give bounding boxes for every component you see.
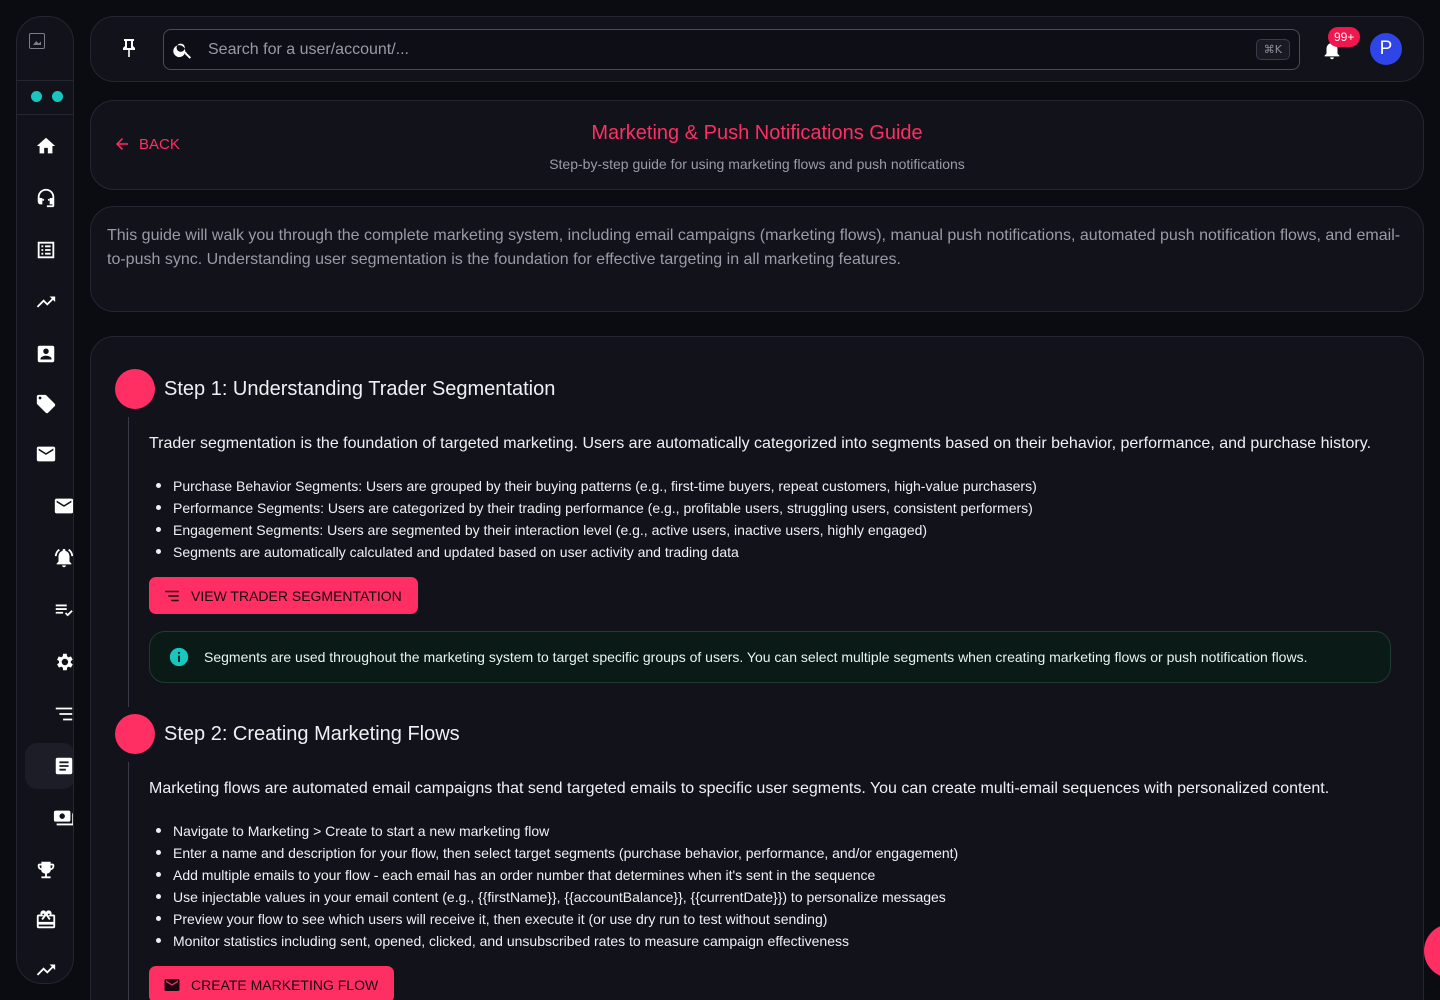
tag-icon xyxy=(36,394,56,414)
floating-action-button[interactable] xyxy=(1424,924,1440,978)
step-1-description: Trader segmentation is the foundation of… xyxy=(149,435,1372,452)
step-2-connector xyxy=(128,762,129,1000)
intro-text: This guide will walk you through the com… xyxy=(107,227,1401,268)
create-marketing-flow-button[interactable]: CREATE MARKETING FLOW xyxy=(149,966,395,1000)
button-label: CREATE MARKETING FLOW xyxy=(191,976,379,993)
gift-card-icon xyxy=(36,910,56,929)
playlist-check-icon xyxy=(55,604,73,617)
search-icon xyxy=(172,39,194,61)
support-agent-icon xyxy=(37,188,55,208)
step-2-title: Step 2: Creating Marketing Flows xyxy=(164,723,460,745)
sidebar-subitem-settings[interactable] xyxy=(52,650,73,674)
step-2-list: Navigate to Marketing > Create to start … xyxy=(149,820,1399,952)
page-header: BACK Marketing & Push Notifications Guid… xyxy=(90,100,1424,190)
step-1-connector xyxy=(128,417,129,707)
info-alert: Segments are used throughout the marketi… xyxy=(149,631,1391,683)
pin-button[interactable] xyxy=(117,37,141,61)
list-item: Segments are automatically calculated an… xyxy=(149,541,1399,563)
notification-badge: 99+ xyxy=(1328,27,1361,47)
step-2-marker xyxy=(115,714,155,754)
search-shortcut-hint: ⌘K xyxy=(1255,39,1290,60)
list-item: Purchase Behavior Segments: Users are gr… xyxy=(149,475,1399,497)
search-input[interactable] xyxy=(208,30,1238,69)
step-2-description: Marketing flows are automated email camp… xyxy=(149,780,1330,797)
step-1-title: Step 1: Understanding Trader Segmentatio… xyxy=(164,378,556,400)
step-1-list: Purchase Behavior Segments: Users are gr… xyxy=(149,475,1399,563)
sidebar-item-growth[interactable] xyxy=(34,958,58,982)
list-item: Use injectable values in your email cont… xyxy=(149,886,1399,908)
sidebar-item-rewards[interactable] xyxy=(34,908,58,932)
sort-icon xyxy=(165,590,179,601)
sidebar-divider xyxy=(17,80,73,81)
steps-card: Step 1: Understanding Trader Segmentatio… xyxy=(90,336,1424,1000)
article-icon xyxy=(55,757,73,775)
button-label: VIEW TRADER SEGMENTATION xyxy=(191,587,402,604)
list-item: Engagement Segments: Users are segmented… xyxy=(149,519,1399,541)
sidebar-subitem-payments[interactable] xyxy=(52,806,73,830)
account-box-icon xyxy=(37,345,55,363)
push-pin-icon xyxy=(123,39,135,57)
sidebar-item-support[interactable] xyxy=(34,186,58,210)
email-icon xyxy=(164,978,180,991)
avatar[interactable]: P xyxy=(1370,33,1402,65)
sidebar-subitem-checklist[interactable] xyxy=(52,598,73,622)
sidebar-subitem-segments[interactable] xyxy=(52,702,73,726)
payments-icon xyxy=(53,810,73,826)
status-dots xyxy=(31,91,63,102)
app-root: ⌘K 99+ P BACK Marketing & Push Notificat… xyxy=(0,0,1440,1000)
page-subtitle: Step-by-step guide for using marketing f… xyxy=(549,156,965,172)
topbar: ⌘K 99+ P xyxy=(90,16,1424,82)
sidebar-item-mail[interactable] xyxy=(34,442,58,466)
notifications-active-icon xyxy=(54,548,73,568)
sort-icon xyxy=(55,707,73,721)
settings-icon xyxy=(57,653,73,671)
search-box: ⌘K xyxy=(163,29,1300,70)
mail-icon xyxy=(36,446,56,462)
page-title: Marketing & Push Notifications Guide xyxy=(591,122,923,144)
sidebar-item-list[interactable] xyxy=(34,238,58,262)
sidebar-item-analytics[interactable] xyxy=(34,290,58,314)
info-alert-text: Segments are used throughout the marketi… xyxy=(204,649,1308,665)
view-trader-segmentation-button[interactable]: VIEW TRADER SEGMENTATION xyxy=(149,577,418,614)
sidebar-item-competitions[interactable] xyxy=(34,858,58,882)
email-icon xyxy=(54,498,73,514)
intro-card: This guide will walk you through the com… xyxy=(90,206,1424,312)
sidebar-item-tags[interactable] xyxy=(34,392,58,416)
list-item: Navigate to Marketing > Create to start … xyxy=(149,820,1399,842)
trending-up-icon xyxy=(36,964,56,976)
step-1-marker xyxy=(115,369,155,409)
list-item: Preview your flow to see which users wil… xyxy=(149,908,1399,930)
sidebar-subitem-guide[interactable] xyxy=(52,754,73,778)
sidebar-subitem-email[interactable] xyxy=(52,494,73,518)
list-icon xyxy=(37,241,55,259)
sidebar-item-home[interactable] xyxy=(34,134,58,158)
trophy-icon xyxy=(37,861,55,879)
list-item: Performance Segments: Users are categori… xyxy=(149,497,1399,519)
sidebar-subitem-push[interactable] xyxy=(52,546,73,570)
sidebar xyxy=(16,16,74,984)
trending-up-icon xyxy=(36,296,56,308)
sidebar-divider xyxy=(17,114,73,115)
home-icon xyxy=(36,137,56,154)
list-item: Add multiple emails to your flow - each … xyxy=(149,864,1399,886)
list-item: Monitor statistics including sent, opene… xyxy=(149,930,1399,952)
info-icon xyxy=(168,646,190,668)
logo-image-icon[interactable] xyxy=(29,33,45,49)
sidebar-item-accounts[interactable] xyxy=(34,342,58,366)
list-item: Enter a name and description for your fl… xyxy=(149,842,1399,864)
